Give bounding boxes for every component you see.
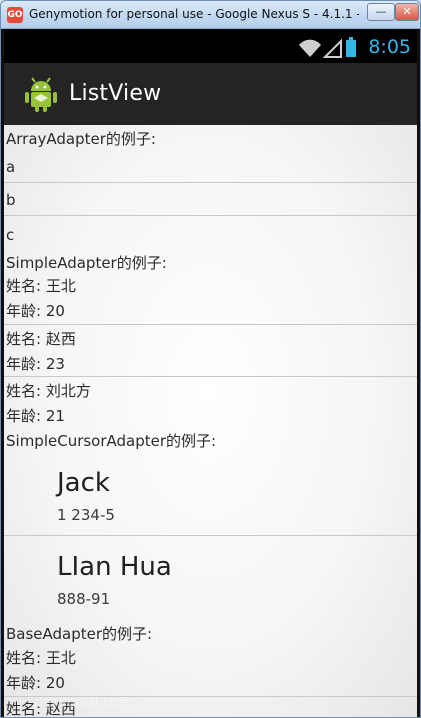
signal-icon xyxy=(322,38,342,58)
action-bar-title: ListView xyxy=(69,81,162,106)
divider xyxy=(4,376,417,377)
array-item-b[interactable]: b xyxy=(6,190,16,210)
simple-adapter-title: SimpleAdapter的例子: xyxy=(6,254,167,272)
base-adapter-title: BaseAdapter的例子: xyxy=(6,625,153,643)
simple-item-1-name[interactable]: 姓名: 王北 xyxy=(6,276,76,296)
simple-cursor-adapter-title: SimpleCursorAdapter的例子: xyxy=(6,432,217,450)
window-title: Genymotion for personal use - Google Nex… xyxy=(29,7,359,21)
window-titlebar[interactable]: GO Genymotion for personal use - Google … xyxy=(1,1,420,29)
base-item-1-name[interactable]: 姓名: 王北 xyxy=(6,648,76,668)
genymotion-icon: GO xyxy=(7,7,23,23)
simple-item-2-age[interactable]: 年龄: 23 xyxy=(6,354,65,374)
cursor-item-2-number[interactable]: 888-91 xyxy=(57,589,110,609)
base-item-1-age[interactable]: 年龄: 20 xyxy=(6,673,65,693)
cursor-item-2-name[interactable]: LIan Hua xyxy=(57,552,172,582)
minimize-button[interactable]: — xyxy=(367,3,395,21)
simple-item-3-age[interactable]: 年龄: 21 xyxy=(6,406,65,426)
android-icon xyxy=(25,77,57,112)
cursor-item-1-name[interactable]: Jack xyxy=(57,468,110,498)
genymotion-watermark: personal use xyxy=(34,693,131,711)
simple-item-2-name[interactable]: 姓名: 赵西 xyxy=(6,329,76,349)
wifi-icon xyxy=(299,39,321,57)
array-adapter-title: ArrayAdapter的例子: xyxy=(6,130,156,148)
divider xyxy=(4,324,417,325)
android-status-bar: 8:05 xyxy=(4,30,417,63)
array-item-a[interactable]: a xyxy=(6,157,15,177)
battery-icon xyxy=(346,37,356,57)
clock: 8:05 xyxy=(368,36,411,58)
listview-content[interactable]: ArrayAdapter的例子: a b c SimpleAdapter的例子:… xyxy=(4,125,417,717)
divider xyxy=(4,535,417,536)
array-item-c[interactable]: c xyxy=(6,225,14,245)
cursor-item-1-number[interactable]: 1 234-5 xyxy=(57,505,115,525)
status-icons xyxy=(299,37,356,58)
divider xyxy=(4,182,417,183)
emulator-window: GO Genymotion for personal use - Google … xyxy=(0,0,421,718)
simple-item-3-name[interactable]: 姓名: 刘北方 xyxy=(6,381,91,401)
close-button[interactable]: ✕ xyxy=(395,3,419,21)
simple-item-1-age[interactable]: 年龄: 20 xyxy=(6,301,65,321)
divider xyxy=(4,215,417,216)
action-bar: ListView xyxy=(4,63,417,125)
